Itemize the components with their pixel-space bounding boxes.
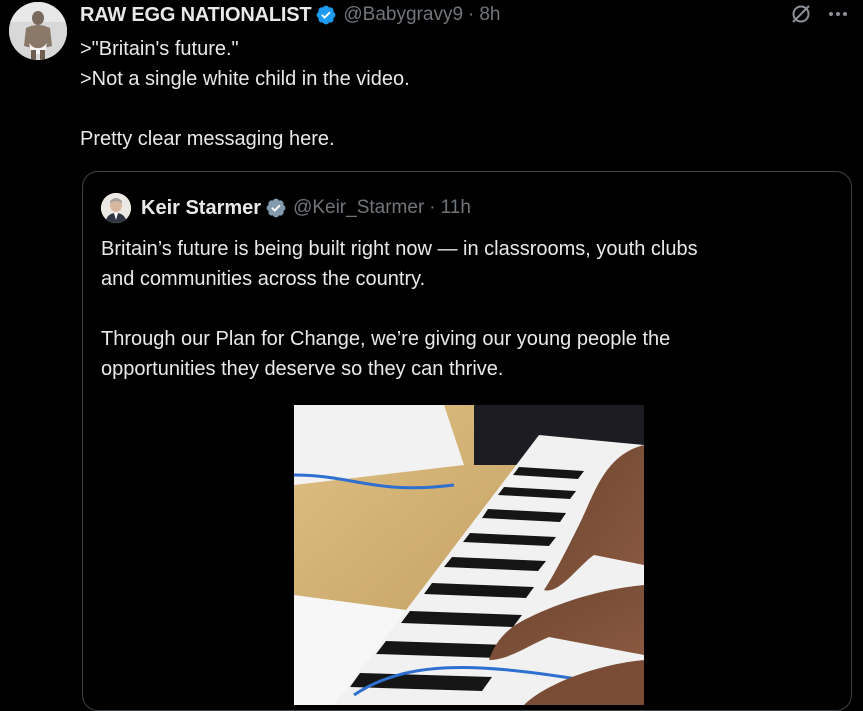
tweet-text-line: Pretty clear messaging here. <box>80 128 335 150</box>
piano-keyboard-image <box>294 405 644 705</box>
tweet-text-line: >Not a single white child in the video. <box>80 68 410 90</box>
avatar-image <box>101 193 131 223</box>
author-avatar[interactable] <box>9 2 67 60</box>
separator-dot: · <box>468 4 475 25</box>
tweet-header: RAW EGG NATIONALIST @Babygravy9 · 8h <box>80 2 500 28</box>
quoted-tweet-text: Britain’s future is being built right no… <box>101 234 821 384</box>
tweet-text: >"Britain's future." >Not a single white… <box>80 34 840 154</box>
quoted-text-line: and communities across the country. <box>101 268 426 290</box>
author-name[interactable]: RAW EGG NATIONALIST <box>80 4 312 27</box>
tweet-actions <box>789 2 849 31</box>
verified-badge-icon[interactable] <box>265 197 287 219</box>
more-icon[interactable] <box>827 3 849 30</box>
tweet-text-line <box>80 94 840 124</box>
quoted-text-line: Through our Plan for Change, we’re givin… <box>101 328 671 350</box>
quoted-text-line: Britain’s future is being built right no… <box>101 238 698 260</box>
quoted-tweet-header: Keir Starmer @Keir_Starmer · 11h <box>101 193 471 223</box>
author-handle[interactable]: @Babygravy9 <box>343 4 463 26</box>
verified-badge-icon[interactable] <box>315 4 337 26</box>
quoted-tweet-time[interactable]: 11h <box>441 197 471 219</box>
quoted-author-handle[interactable]: @Keir_Starmer <box>293 197 424 219</box>
tweet-text-line: >"Britain's future." <box>80 38 239 60</box>
tweet-time[interactable]: 8h <box>479 4 500 26</box>
quoted-author-name[interactable]: Keir Starmer <box>141 197 261 220</box>
video-thumbnail[interactable] <box>294 405 644 705</box>
grok-icon[interactable] <box>789 2 813 31</box>
quoted-text-line: opportunities they deserve so they can t… <box>101 358 504 380</box>
avatar-image <box>9 2 67 60</box>
separator-dot: · <box>429 197 436 218</box>
quoted-text-line <box>101 294 821 324</box>
quoted-tweet[interactable]: Keir Starmer @Keir_Starmer · 11h Britain… <box>82 171 852 711</box>
quoted-author-avatar[interactable] <box>101 193 131 223</box>
